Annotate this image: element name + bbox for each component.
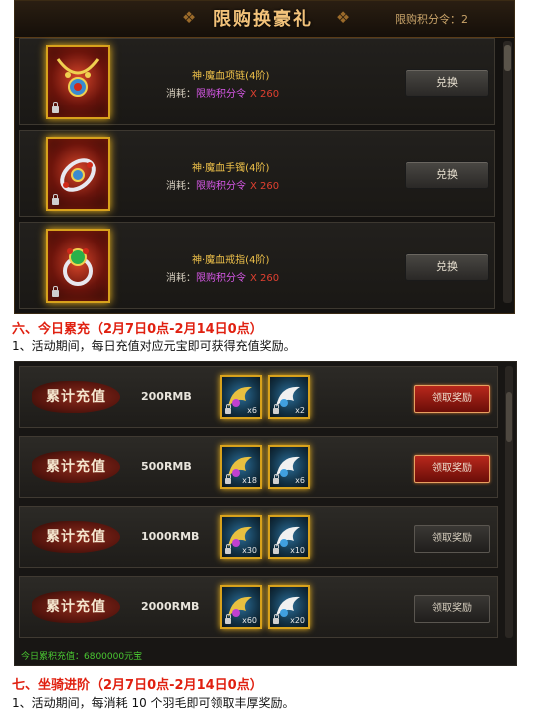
section6-title: 六、今日累充（2月7日0点-2月14日0点）	[12, 322, 263, 337]
recharge-label: 累计充值	[32, 451, 120, 483]
reward-count: x20	[290, 616, 305, 625]
recharge-label: 累计充值	[32, 381, 120, 413]
ornament-right-icon: ❖	[335, 8, 351, 27]
lock-icon	[273, 474, 279, 484]
recharge-label: 累计充值	[32, 521, 120, 553]
lock-icon	[273, 404, 279, 414]
ring-icon[interactable]	[46, 229, 110, 303]
lock-icon	[225, 474, 231, 484]
recharge-row: 累计充值 200RMB x6 x2 领取奖励	[19, 366, 498, 428]
lock-icon	[225, 544, 231, 554]
reward-count: x18	[242, 476, 257, 485]
dragon-reward-icon[interactable]: x6	[268, 445, 310, 489]
lock-icon	[52, 286, 59, 297]
scrollbar-thumb[interactable]	[504, 45, 511, 71]
lock-icon	[225, 614, 231, 624]
recharge-amount: 500RMB	[141, 460, 192, 473]
exchange-scrollbar[interactable]	[503, 41, 512, 303]
recharge-panel: 累计充值 200RMB x6 x2 领取奖励 累计充值 500RMB x18 x…	[14, 361, 517, 666]
section7-title: 七、坐骑进阶（2月7日0点-2月14日0点）	[12, 678, 263, 693]
claim-reward-button[interactable]: 领取奖励	[414, 455, 490, 483]
dragon-reward-icon[interactable]: x2	[268, 375, 310, 419]
item-cost: 消耗：限购积分令 X 260	[166, 89, 280, 100]
dragon-reward-icon[interactable]: x60	[220, 585, 262, 629]
recharge-amount: 200RMB	[141, 390, 192, 403]
lock-icon	[52, 102, 59, 113]
section7-desc: 1、活动期间，每消耗 10 个羽毛即可领取丰厚奖励。	[12, 696, 295, 710]
daily-total: 今日累积充值：6800000元宝	[21, 652, 143, 662]
necklace-icon[interactable]	[46, 45, 110, 119]
ornament-left-icon: ❖	[181, 8, 197, 27]
scrollbar-thumb[interactable]	[506, 392, 512, 442]
cost-token: 限购积分令	[196, 89, 246, 100]
recharge-amount: 2000RMB	[141, 600, 200, 613]
reward-count: x2	[295, 406, 305, 415]
exchange-title: 限购换豪礼	[213, 9, 313, 30]
lock-icon	[273, 614, 279, 624]
item-cost: 消耗：限购积分令 X 260	[166, 273, 280, 284]
dragon-reward-icon[interactable]: x18	[220, 445, 262, 489]
recharge-scrollbar[interactable]	[505, 366, 513, 638]
dragon-reward-icon[interactable]: x20	[268, 585, 310, 629]
reward-count: x6	[247, 406, 257, 415]
reward-count: x30	[242, 546, 257, 555]
exchange-row: 神·魔血戒指(4阶) 消耗：限购积分令 X 260 兑换	[19, 222, 495, 309]
bracelet-icon[interactable]	[46, 137, 110, 211]
recharge-row: 累计充值 500RMB x18 x6 领取奖励	[19, 436, 498, 498]
cost-amount: X 260	[250, 181, 280, 192]
recharge-row: 累计充值 2000RMB x60 x20 领取奖励	[19, 576, 498, 638]
item-cost: 消耗：限购积分令 X 260	[166, 181, 280, 192]
dragon-reward-icon[interactable]: x6	[220, 375, 262, 419]
item-name: 神·魔血项链(4阶)	[192, 71, 270, 82]
section6-desc: 1、活动期间，每日充值对应元宝即可获得充值奖励。	[12, 339, 296, 353]
exchange-header: ❖ 限购换豪礼 ❖ 限购积分令：2	[15, 1, 514, 38]
claim-reward-button[interactable]: 领取奖励	[414, 525, 490, 553]
lock-icon	[273, 544, 279, 554]
cost-amount: X 260	[250, 273, 280, 284]
exchange-button[interactable]: 兑换	[405, 161, 489, 189]
reward-count: x10	[290, 546, 305, 555]
claim-reward-button[interactable]: 领取奖励	[414, 385, 490, 413]
reward-count: x60	[242, 616, 257, 625]
dragon-reward-icon[interactable]: x10	[268, 515, 310, 559]
lock-icon	[225, 404, 231, 414]
exchange-button[interactable]: 兑换	[405, 253, 489, 281]
exchange-panel: ❖ 限购换豪礼 ❖ 限购积分令：2 神·魔血项链(4阶) 消耗：限购积分令 X 2…	[14, 0, 515, 314]
reward-count: x6	[295, 476, 305, 485]
exchange-row: 神·魔血项链(4阶) 消耗：限购积分令 X 260 兑换	[19, 38, 495, 125]
lock-icon	[52, 194, 59, 205]
exchange-button[interactable]: 兑换	[405, 69, 489, 97]
cost-token: 限购积分令	[196, 181, 246, 192]
cost-token: 限购积分令	[196, 273, 246, 284]
item-name: 神·魔血戒指(4阶)	[192, 255, 270, 266]
recharge-label: 累计充值	[32, 591, 120, 623]
item-name: 神·魔血手镯(4阶)	[192, 163, 270, 174]
recharge-amount: 1000RMB	[141, 530, 200, 543]
cost-amount: X 260	[250, 89, 280, 100]
dragon-reward-icon[interactable]: x30	[220, 515, 262, 559]
claim-reward-button[interactable]: 领取奖励	[414, 595, 490, 623]
points-counter: 限购积分令：2	[395, 13, 468, 26]
recharge-row: 累计充值 1000RMB x30 x10 领取奖励	[19, 506, 498, 568]
exchange-row: 神·魔血手镯(4阶) 消耗：限购积分令 X 260 兑换	[19, 130, 495, 217]
